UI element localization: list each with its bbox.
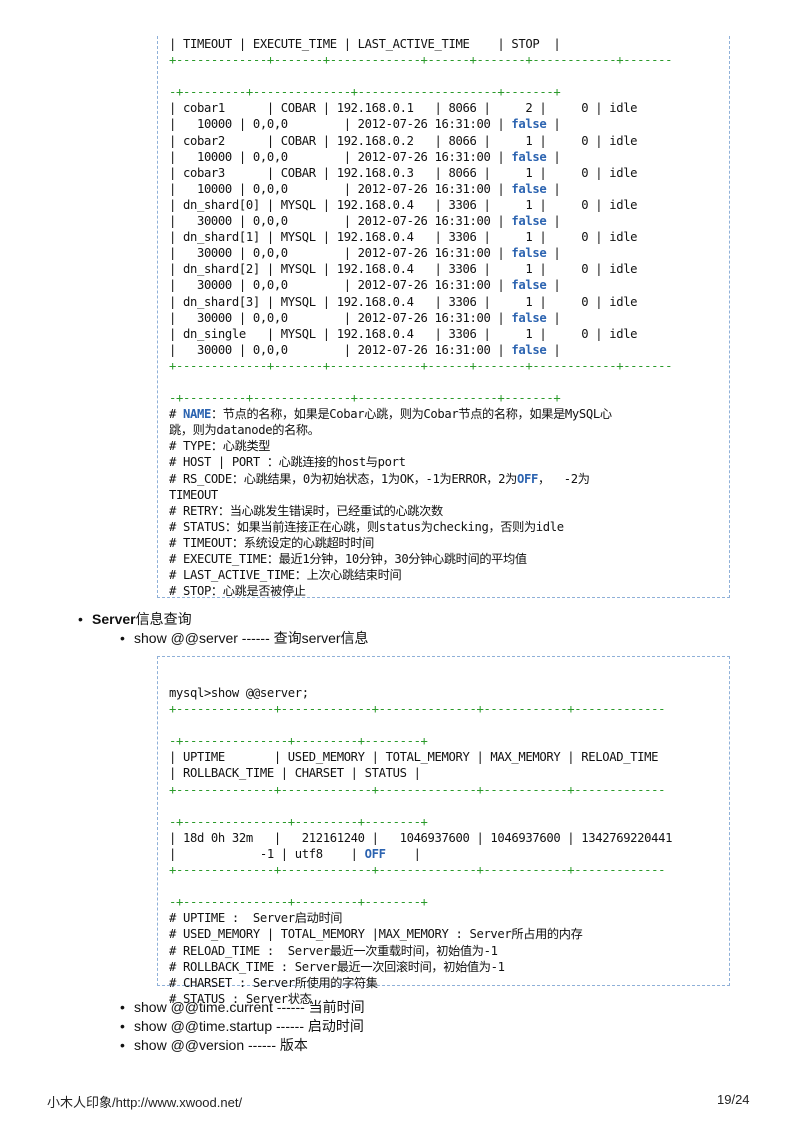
bullet-icon: • [120,630,125,646]
table-row-cont: | -1 | utf8 | [169,846,365,861]
table-header: | ROLLBACK_TIME | CHARSET | STATUS | [169,766,421,781]
list-item-text: show @@time.startup ------ 启动时间 [134,1018,364,1034]
table-row-cont: | 10000 | 0,0,0 | 2012-07-26 16:31:00 | [169,149,512,164]
table-row: | 18d 0h 32m | 212161240 | 1046937600 | … [169,830,673,845]
comment-text: # CHARSET : Server所使用的字符集 [169,975,378,990]
stop-value: false [511,181,547,196]
table-row-cont: | 30000 | 0,0,0 | 2012-07-26 16:31:00 | [169,246,512,261]
list-item-version: • show @@version ------ 版本 [120,1035,308,1055]
stop-value: false [511,214,547,229]
table-row: | dn_shard[3] | MYSQL | 192.168.0.4 | 33… [169,294,638,309]
bullet-icon: • [120,1018,125,1034]
section-title-rest: 信息查询 [135,611,192,627]
list-item-time-current: • show @@time.current ------ 当前时间 [120,997,365,1017]
comment-text: # ROLLBACK_TIME : Server最近一次回滚时间，初始值为-1 [169,959,505,974]
server-code-block: mysql>show @@server; +--------------+---… [157,656,730,1006]
row-end: | [546,214,561,229]
row-end: | [546,117,561,132]
table-row: | dn_shard[0] | MYSQL | 192.168.0.4 | 33… [169,197,638,212]
table-row: | cobar3 | COBAR | 192.168.0.3 | 8066 | … [169,165,638,180]
separator: -+---------------+---------+--------+ [169,895,428,910]
row-end: | [546,278,561,293]
comment-text: # RETRY：当心跳发生错误时，已经重试的心跳次数 [169,503,443,518]
footer-site: 小木人印象/http://www.xwood.net/ [47,1095,243,1110]
stop-value: false [511,246,547,261]
comment-text: # RELOAD_TIME : Server最近一次重载时间，初始值为-1 [169,943,498,958]
table-row: | dn_single | MYSQL | 192.168.0.4 | 3306… [169,326,638,341]
stop-value: false [511,342,547,357]
bullet-icon: • [120,999,125,1015]
bullet-icon: • [120,1037,125,1053]
row-end: | [546,181,561,196]
table-row: | cobar2 | COBAR | 192.168.0.2 | 8066 | … [169,133,638,148]
separator: +--------------+-------------+----------… [169,702,666,717]
comment-text: # EXECUTE_TIME：最近1分钟，10分钟，30分钟心跳时间的平均值 [169,552,527,566]
stop-value: false [511,310,547,325]
stop-value: false [511,149,547,164]
comment-text: # LAST_ACTIVE_TIME：上次心跳结束时间 [169,568,402,583]
stop-value: false [511,278,547,293]
stop-value: false [511,117,547,132]
comment-prefix: # [169,407,183,422]
separator: +--------------+-------------+----------… [169,782,666,797]
comment-text: # STOP：心跳是否被停止 [169,584,306,599]
comment-text: 跳，则为datanode的名称。 [169,423,320,438]
comment-text: ：节点的名称，如果是Cobar心跳，则为Cobar节点的名称，如果是MySQL心 [210,407,612,422]
separator: -+---------+--------------+-------------… [169,85,561,100]
table-row-cont: | 30000 | 0,0,0 | 2012-07-26 16:31:00 | [169,342,512,357]
comment-text: # HOST | PORT ：心跳连接的host与port [169,455,406,470]
heartbeat-code: | TIMEOUT | EXECUTE_TIME | LAST_ACTIVE_T… [158,36,729,599]
row-end: | [385,846,421,861]
list-item-text: show @@server ------ 查询server信息 [134,630,369,646]
separator: -+---------------+---------+--------+ [169,814,428,829]
status-value: OFF [364,846,386,861]
table-row-cont: | 30000 | 0,0,0 | 2012-07-26 16:31:00 | [169,278,512,293]
separator: +-------------+-------+-------------+---… [169,53,673,68]
row-end: | [546,149,561,164]
table-header: | UPTIME | USED_MEMORY | TOTAL_MEMORY | … [169,750,659,765]
list-item-show-server: • show @@server ------ 查询server信息 [120,628,369,648]
list-item-time-startup: • show @@time.startup ------ 启动时间 [120,1016,364,1036]
separator: +-------------+-------+-------------+---… [169,358,673,373]
separator: +--------------+-------------+----------… [169,863,666,878]
separator: -+---------------+---------+--------+ [169,734,428,749]
comment-text: # TYPE：心跳类型 [169,439,271,454]
page-number: 19/24 [717,1092,750,1107]
comment-text: # TIMEOUT：系统设定的心跳超时时间 [169,535,374,550]
comment-text: # RS_CODE：心跳结果，0为初始状态，1为OK，-1为ERROR，2为 [169,471,517,486]
table-row-cont: | 10000 | 0,0,0 | 2012-07-26 16:31:00 | [169,181,512,196]
table-row: | cobar1 | COBAR | 192.168.0.1 | 8066 | … [169,101,638,116]
comment-keyword: OFF [516,471,538,486]
comment-text: # STATUS：如果当前连接正在心跳，则status为checking，否则为… [169,519,564,534]
command-line: mysql>show @@server; [169,686,309,700]
bullet-icon: • [78,611,83,627]
header-tail: | TIMEOUT | EXECUTE_TIME | LAST_ACTIVE_T… [169,37,561,51]
comment-text: # UPTIME : Server启动时间 [169,911,343,926]
table-row: | dn_shard[2] | MYSQL | 192.168.0.4 | 33… [169,262,638,277]
table-row-cont: | 30000 | 0,0,0 | 2012-07-26 16:31:00 | [169,214,512,229]
row-end: | [546,310,561,325]
comment-text: TIMEOUT [169,487,218,502]
table-row-cont: | 10000 | 0,0,0 | 2012-07-26 16:31:00 | [169,117,512,132]
row-end: | [546,342,561,357]
section-title-bold: Server [92,611,136,627]
section-server-info: • Server信息查询 [78,609,192,629]
table-row: | dn_shard[1] | MYSQL | 192.168.0.4 | 33… [169,230,638,245]
list-item-text: show @@time.current ------ 当前时间 [134,999,365,1015]
list-item-text: show @@version ------ 版本 [134,1037,308,1053]
heartbeat-code-block: | TIMEOUT | EXECUTE_TIME | LAST_ACTIVE_T… [157,36,730,598]
server-code: mysql>show @@server; +--------------+---… [158,657,729,1007]
comment-keyword: NAME [182,407,211,422]
table-row-cont: | 30000 | 0,0,0 | 2012-07-26 16:31:00 | [169,310,512,325]
separator: -+---------+--------------+-------------… [169,391,561,406]
row-end: | [546,246,561,261]
comment-text: # USED_MEMORY | TOTAL_MEMORY |MAX_MEMORY… [169,927,583,942]
comment-text: ， -2为 [537,471,590,486]
